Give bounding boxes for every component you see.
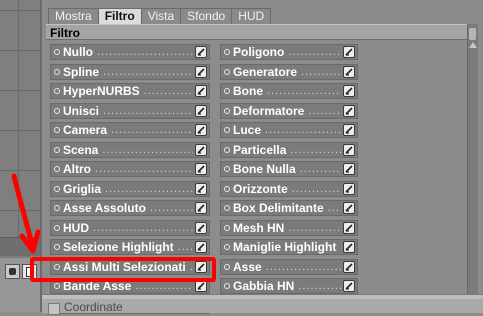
- red-arrow-icon: [11, 173, 41, 254]
